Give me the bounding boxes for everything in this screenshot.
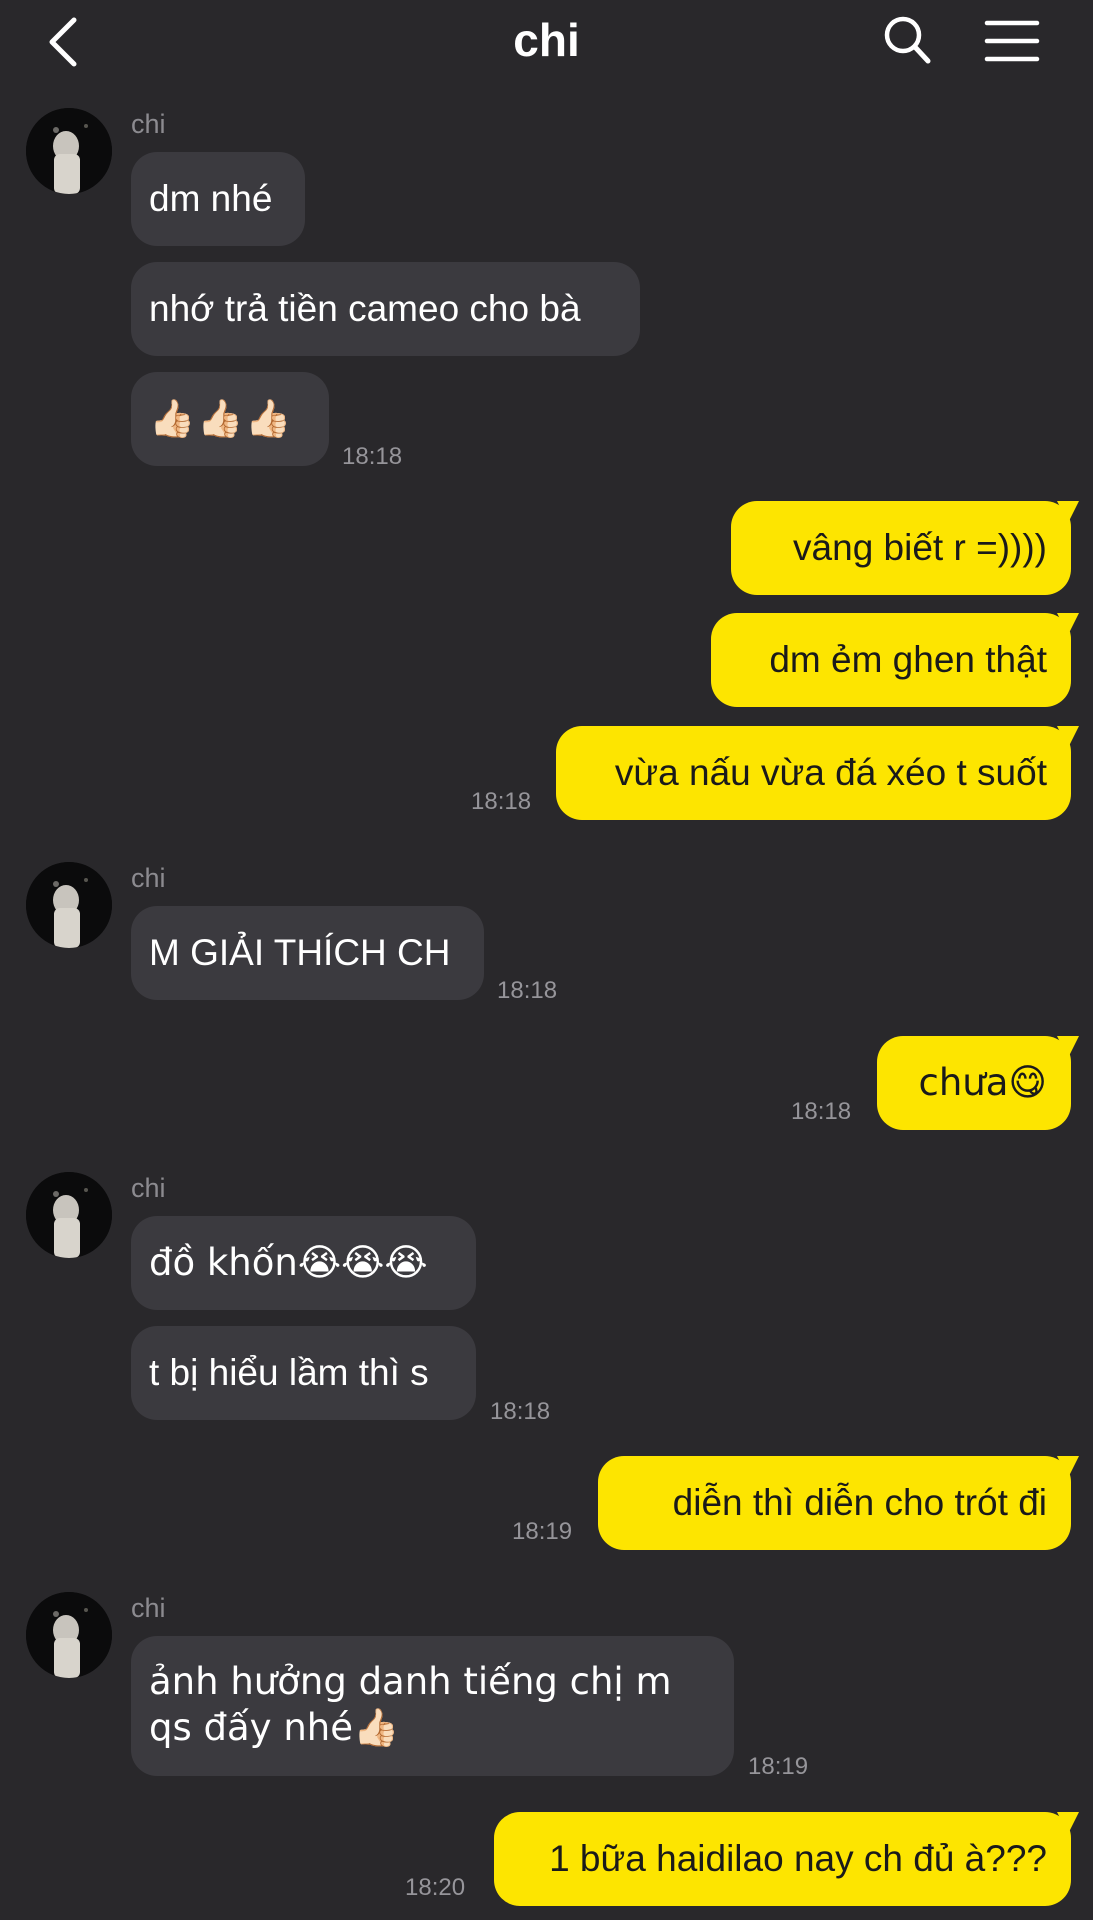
message-timestamp: 18:19 [512,1518,573,1545]
avatar[interactable] [26,108,112,194]
message-timestamp: 18:20 [405,1874,466,1901]
message-timestamp: 18:18 [471,788,532,815]
message-bubble[interactable]: 👍🏻👍🏻👍🏻 [131,372,329,466]
message-bubble[interactable]: nhớ trả tiền cameo cho bà [131,262,640,356]
sender-name: chi [131,109,166,139]
search-button[interactable] [882,14,932,66]
avatar-photo [26,1172,112,1258]
search-icon [884,16,931,64]
sender-name: chi [131,1593,166,1623]
message-bubble[interactable]: vừa nấu vừa đá xéo t suốt [556,726,1071,820]
avatar-photo [26,108,112,194]
back-button[interactable] [40,14,90,70]
avatar[interactable] [26,862,112,948]
message-bubble[interactable]: diễn thì diễn cho trót đi [598,1456,1071,1550]
hamburger-menu-icon [984,20,1040,62]
message-bubble[interactable]: đồ khốn😭😭😭 [131,1216,476,1310]
message-bubble[interactable]: vâng biết r =)))) [731,501,1071,595]
avatar[interactable] [26,1172,112,1258]
message-timestamp: 18:18 [497,977,558,1004]
sender-name: chi [131,863,166,893]
chat-header: chi [0,0,1093,80]
chevron-left-icon [49,17,77,67]
message-timestamp: 18:19 [748,1753,809,1780]
message-bubble[interactable]: t bị hiểu lầm thì s [131,1326,476,1420]
message-bubble[interactable]: dm nhé [131,152,305,246]
avatar[interactable] [26,1592,112,1678]
avatar-photo [26,1592,112,1678]
message-bubble[interactable]: chưa😋 [877,1036,1071,1130]
message-bubble[interactable]: ảnh hưởng danh tiếng chị m qs đấy nhé👍🏻 [131,1636,734,1776]
menu-button[interactable] [984,18,1040,64]
message-timestamp: 18:18 [490,1398,551,1425]
avatar-photo [26,862,112,948]
message-timestamp: 18:18 [342,443,403,470]
message-bubble[interactable]: 1 bữa haidilao nay ch đủ à??? [494,1812,1071,1906]
sender-name: chi [131,1173,166,1203]
message-bubble[interactable]: dm ẻm ghen thật [711,613,1071,707]
message-timestamp: 18:18 [791,1098,852,1125]
message-bubble[interactable]: M GIẢI THÍCH CH [131,906,484,1000]
